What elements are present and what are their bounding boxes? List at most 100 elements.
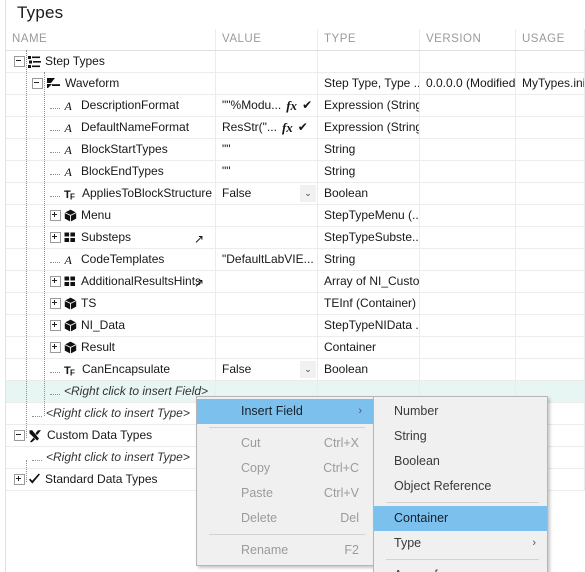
menu-item-type[interactable]: Type › <box>374 531 547 556</box>
cell-name[interactable]: NI_Data <box>6 315 216 336</box>
table-row[interactable]: Step Types <box>6 51 585 73</box>
cell-name[interactable]: TS <box>6 293 216 314</box>
cell-name[interactable]: A DefaultNameFormat <box>6 117 216 138</box>
cell-name[interactable]: Step Types <box>6 51 216 72</box>
cell-type[interactable]: StepTypeSubste... <box>318 227 420 248</box>
cell-type[interactable]: String <box>318 249 420 270</box>
cell-usage[interactable] <box>516 205 585 226</box>
expand-icon[interactable] <box>50 232 61 243</box>
cell-version[interactable] <box>420 293 516 314</box>
table-row[interactable]: T F AppliesToBlockStructure False ⌄ Boolean <box>6 183 585 205</box>
cell-value[interactable] <box>216 293 318 314</box>
table-row[interactable]: AdditionalResultsHints ↗ Array of NI_Custo… <box>6 271 585 293</box>
cell-usage[interactable] <box>516 227 585 248</box>
cell-version[interactable] <box>420 249 516 270</box>
cell-type[interactable]: Step Type, Type ... <box>318 73 420 94</box>
collapse-icon[interactable] <box>14 430 25 441</box>
column-header-name[interactable]: NAME <box>6 29 216 50</box>
expand-icon[interactable] <box>50 210 61 221</box>
cell-version[interactable] <box>420 205 516 226</box>
cell-version[interactable] <box>420 51 516 72</box>
cell-name[interactable]: Substeps ↗ <box>6 227 216 248</box>
cell-usage[interactable] <box>516 271 585 292</box>
cell-name[interactable]: <Right click to insert Type> <box>6 403 216 424</box>
cell-type[interactable]: TEInf (Container) <box>318 293 420 314</box>
cell-usage[interactable] <box>516 117 585 138</box>
cell-usage[interactable] <box>516 161 585 182</box>
cell-type[interactable] <box>318 51 420 72</box>
cell-name[interactable]: AdditionalResultsHints ↗ <box>6 271 216 292</box>
cell-value[interactable]: ResStr("... fx ✔ <box>216 117 318 138</box>
cell-name[interactable]: T F AppliesToBlockStructure <box>6 183 216 204</box>
cell-name[interactable]: Menu <box>6 205 216 226</box>
cell-version[interactable] <box>420 139 516 160</box>
formula-icon[interactable]: fx <box>282 117 293 138</box>
cell-name[interactable]: <Right click to insert Field> <box>6 381 216 402</box>
table-row[interactable]: Substeps ↗ StepTypeSubste... <box>6 227 585 249</box>
cell-version[interactable] <box>420 315 516 336</box>
insert-field-submenu[interactable]: Number String Boolean Object Reference Conta… <box>373 396 548 572</box>
collapse-icon[interactable] <box>14 56 25 67</box>
cell-name[interactable]: Waveform <box>6 73 216 94</box>
table-row[interactable]: Menu StepTypeMenu (... <box>6 205 585 227</box>
cell-usage[interactable] <box>516 139 585 160</box>
cell-name[interactable]: Custom Data Types <box>6 425 216 446</box>
cell-usage[interactable] <box>516 249 585 270</box>
table-row[interactable]: A DefaultNameFormat ResStr("... fx ✔ Expressi… <box>6 117 585 139</box>
expand-icon[interactable] <box>50 320 61 331</box>
column-header-type[interactable]: TYPE <box>318 29 420 50</box>
cell-name[interactable]: A BlockEndTypes <box>6 161 216 182</box>
menu-item-number[interactable]: Number <box>374 399 547 424</box>
menu-item-cut[interactable]: Cut Ctrl+X <box>197 431 373 456</box>
context-menu[interactable]: Insert Field › Cut Ctrl+X Copy Ctrl+C Paste Ctr… <box>196 396 374 566</box>
table-row[interactable]: A CodeTemplates "DefaultLabVIE... String <box>6 249 585 271</box>
cell-value[interactable] <box>216 227 318 248</box>
cell-name[interactable]: A DescriptionFormat <box>6 95 216 116</box>
menu-item-insert-field[interactable]: Insert Field › <box>197 399 373 424</box>
cell-type[interactable]: StepTypeMenu (... <box>318 205 420 226</box>
table-row[interactable]: A BlockStartTypes "" String <box>6 139 585 161</box>
cell-type[interactable]: Boolean <box>318 359 420 380</box>
menu-item-object-reference[interactable]: Object Reference <box>374 474 547 499</box>
table-row[interactable]: T F CanEncapsulate False ⌄ Boolean <box>6 359 585 381</box>
cell-usage[interactable] <box>516 337 585 358</box>
cell-value[interactable] <box>216 73 318 94</box>
cell-version[interactable] <box>420 227 516 248</box>
cell-value[interactable]: "DefaultLabVIE... <box>216 249 318 270</box>
cell-value[interactable]: "" <box>216 161 318 182</box>
cell-version[interactable] <box>420 95 516 116</box>
table-row[interactable]: A BlockEndTypes "" String <box>6 161 585 183</box>
cell-value[interactable]: False ⌄ <box>216 183 318 204</box>
menu-item-container[interactable]: Container <box>374 506 547 531</box>
table-row[interactable]: A DescriptionFormat ""%Modu... fx ✔ Expressio… <box>6 95 585 117</box>
expand-icon[interactable] <box>14 474 25 485</box>
cell-usage[interactable] <box>516 293 585 314</box>
cell-type[interactable]: Expression (String) <box>318 95 420 116</box>
expand-icon[interactable] <box>50 276 61 287</box>
formula-icon[interactable]: fx <box>286 95 297 116</box>
open-editor-icon[interactable]: ↗ <box>194 273 204 292</box>
expand-icon[interactable] <box>50 342 61 353</box>
cell-value[interactable]: False ⌄ <box>216 359 318 380</box>
cell-name[interactable]: <Right click to insert Type> <box>6 447 216 468</box>
cell-usage[interactable] <box>516 359 585 380</box>
column-header-usage[interactable]: USAGE <box>516 29 585 50</box>
cell-usage[interactable] <box>516 183 585 204</box>
cell-value[interactable] <box>216 205 318 226</box>
cell-version[interactable] <box>420 271 516 292</box>
column-header-value[interactable]: VALUE <box>216 29 318 50</box>
menu-item-boolean[interactable]: Boolean <box>374 449 547 474</box>
cell-value[interactable] <box>216 315 318 336</box>
cell-type[interactable]: Boolean <box>318 183 420 204</box>
cell-type[interactable]: Array of NI_Custo... <box>318 271 420 292</box>
cell-value[interactable] <box>216 337 318 358</box>
cell-usage[interactable]: MyTypes.ini <box>516 73 585 94</box>
cell-version[interactable] <box>420 183 516 204</box>
menu-item-rename[interactable]: Rename F2 <box>197 538 373 563</box>
cell-version[interactable] <box>420 117 516 138</box>
cell-version[interactable] <box>420 337 516 358</box>
table-row[interactable]: NI_Data StepTypeNIData ... <box>6 315 585 337</box>
table-row[interactable]: TS TEInf (Container) <box>6 293 585 315</box>
chevron-down-icon[interactable]: ⌄ <box>300 361 316 378</box>
cell-type[interactable]: String <box>318 161 420 182</box>
